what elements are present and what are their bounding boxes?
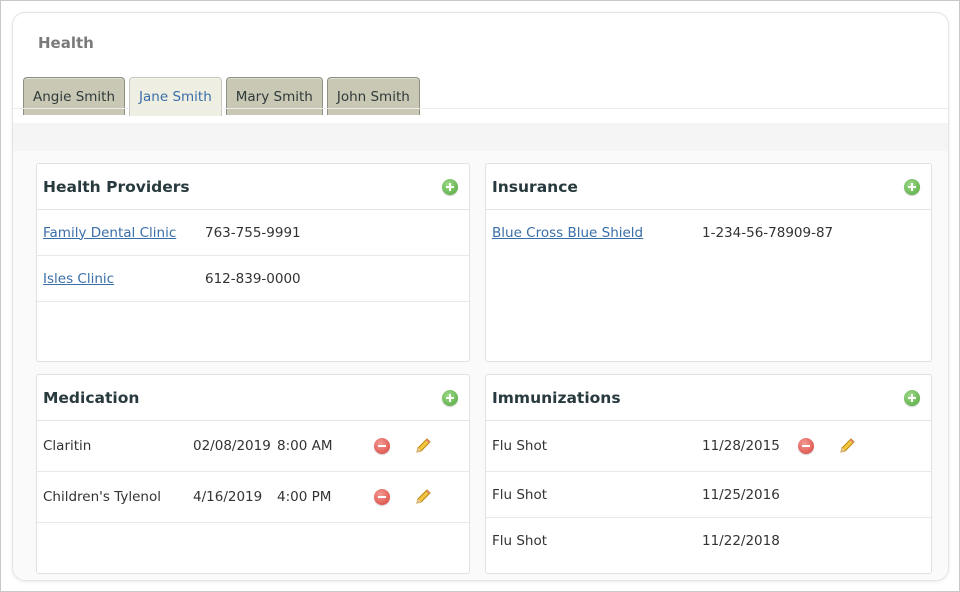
health-card: Health Angie Smith Jane Smith Mary Smith… xyxy=(13,13,948,580)
panel-title: Insurance xyxy=(492,177,578,196)
medication-date: 02/08/2019 xyxy=(193,438,271,454)
tab-content: Health Providers Family Dental Clinic 76… xyxy=(13,123,948,580)
insurance-number: 1-234-56-78909-87 xyxy=(702,225,834,241)
provider-link[interactable]: Family Dental Clinic xyxy=(43,225,205,241)
medication-name: Children's Tylenol xyxy=(43,489,161,505)
tab-jane-smith[interactable]: Jane Smith xyxy=(129,77,222,116)
medication-date: 4/16/2019 xyxy=(193,489,263,505)
pencil-icon[interactable] xyxy=(414,488,432,506)
immunization-date: 11/25/2016 xyxy=(702,486,780,503)
provider-phone: 763-755-9991 xyxy=(205,224,301,241)
tab-mary-smith[interactable]: Mary Smith xyxy=(225,77,323,115)
medication-time: 8:00 AM xyxy=(277,438,333,454)
panel-header: Insurance xyxy=(486,164,931,210)
page-title: Health xyxy=(38,34,94,52)
list-item: Children's Tylenol 4/16/2019 4:00 PM xyxy=(37,472,469,523)
tab-angie-smith[interactable]: Angie Smith xyxy=(23,77,126,115)
provider-link[interactable]: Isles Clinic xyxy=(43,271,205,287)
list-item: Family Dental Clinic 763-755-9991 xyxy=(37,210,469,256)
person-tabs: Angie Smith Jane Smith Mary Smith John S… xyxy=(23,77,420,116)
insurance-panel: Insurance Blue Cross Blue Shield 1-234-5… xyxy=(485,163,932,362)
immunization-name: Flu Shot xyxy=(492,533,548,549)
medication-time: 4:00 PM xyxy=(277,489,332,505)
add-insurance-icon[interactable] xyxy=(904,178,920,195)
list-item: Claritin 02/08/2019 8:00 AM xyxy=(37,421,469,472)
add-immunization-icon[interactable] xyxy=(904,389,920,406)
immunization-name: Flu Shot xyxy=(492,486,548,503)
medication-panel: Medication Claritin 02/08/2019 8:00 AM C… xyxy=(36,374,470,574)
panel-header: Health Providers xyxy=(37,164,469,210)
insurance-link[interactable]: Blue Cross Blue Shield xyxy=(492,225,702,241)
list-item: Flu Shot 11/22/2018 xyxy=(486,518,931,564)
add-provider-icon[interactable] xyxy=(442,178,458,195)
list-item: Flu Shot 11/25/2016 xyxy=(486,472,931,518)
immunization-date: 11/22/2018 xyxy=(702,533,780,549)
immunization-date: 11/28/2015 xyxy=(702,438,780,454)
remove-icon[interactable] xyxy=(798,438,814,454)
medication-name: Claritin xyxy=(43,438,92,454)
list-item: Blue Cross Blue Shield 1-234-56-78909-87 xyxy=(486,210,931,256)
pencil-icon[interactable] xyxy=(414,437,432,455)
remove-icon[interactable] xyxy=(374,489,390,505)
list-item: Flu Shot 11/28/2015 xyxy=(486,421,931,472)
panel-header: Medication xyxy=(37,375,469,421)
pencil-icon[interactable] xyxy=(838,437,856,455)
panel-title: Immunizations xyxy=(492,388,621,407)
provider-phone: 612-839-0000 xyxy=(205,270,301,287)
list-item: Isles Clinic 612-839-0000 xyxy=(37,256,469,302)
panel-header: Immunizations xyxy=(486,375,931,421)
health-providers-panel: Health Providers Family Dental Clinic 76… xyxy=(36,163,470,362)
immunizations-panel: Immunizations Flu Shot 11/28/2015 Flu Sh… xyxy=(485,374,932,574)
remove-icon[interactable] xyxy=(374,438,390,454)
tab-john-smith[interactable]: John Smith xyxy=(326,77,420,115)
add-medication-icon[interactable] xyxy=(442,389,458,406)
immunization-name: Flu Shot xyxy=(492,438,548,454)
panel-title: Health Providers xyxy=(43,177,190,196)
panel-title: Medication xyxy=(43,388,140,407)
tab-divider xyxy=(13,108,948,109)
